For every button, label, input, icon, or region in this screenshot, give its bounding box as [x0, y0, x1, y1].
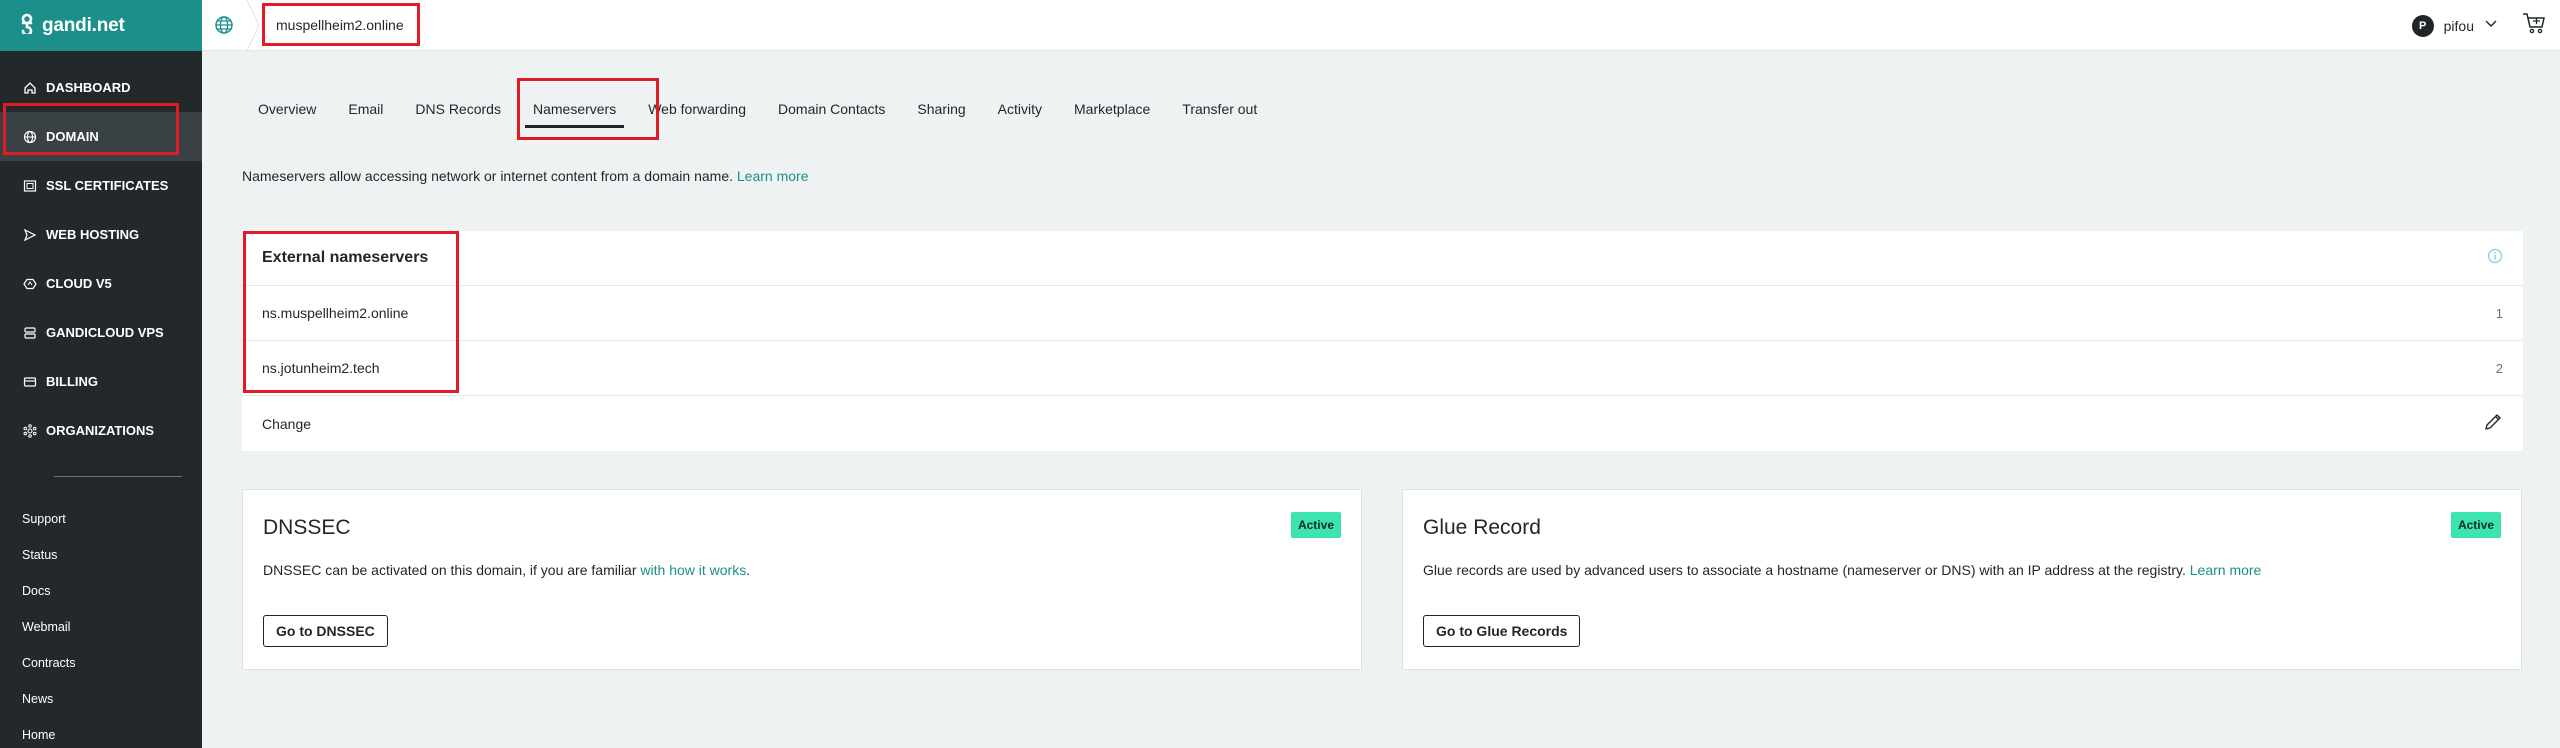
nameserver-host: ns.muspellheim2.online	[262, 305, 409, 321]
sidebar-item-label: WEB HOSTING	[46, 227, 140, 242]
tab-dns-records[interactable]: DNS Records	[399, 86, 517, 132]
logo[interactable]: gandi.net	[0, 0, 202, 51]
description-end: .	[746, 562, 751, 578]
tab-domain-contacts[interactable]: Domain Contacts	[762, 86, 901, 132]
send-icon	[22, 227, 38, 243]
breadcrumb-domain[interactable]: muspellheim2.online	[276, 17, 404, 33]
sidebar-item-dashboard[interactable]: DASHBOARD	[0, 63, 202, 112]
change-nameservers-row[interactable]: Change	[242, 396, 2523, 451]
info-icon[interactable]	[2487, 248, 2503, 269]
how-it-works-link[interactable]: with how it works	[640, 562, 746, 578]
gandi-logo-icon	[20, 12, 34, 39]
panel-header: External nameservers	[242, 231, 2523, 286]
sidebar-links: Support Status Docs Webmail Contracts Ne…	[0, 501, 202, 748]
top-bar: muspellheim2.online P pifou	[202, 0, 2560, 51]
card-title: Glue Record	[1423, 516, 1541, 539]
user-menu[interactable]: P pifou	[2411, 0, 2546, 51]
sidebar-item-label: DOMAIN	[46, 129, 99, 144]
sidebar-item-label: CLOUD V5	[46, 276, 112, 291]
sidebar-divider	[54, 476, 182, 477]
breadcrumb-separator-icon	[246, 0, 260, 51]
go-to-glue-records-button[interactable]: Go to Glue Records	[1423, 615, 1581, 647]
chevron-down-icon	[2484, 16, 2498, 35]
credit-card-icon	[22, 374, 38, 390]
user-name: pifou	[2443, 17, 2474, 34]
domain-tabs: Overview Email DNS Records Nameservers W…	[242, 86, 1273, 132]
sidebar-item-organizations[interactable]: ORGANIZATIONS	[0, 406, 202, 455]
sidebar-nav: DASHBOARD DOMAIN SSL CERTIFICATES WEB HO…	[0, 63, 202, 455]
tab-nameservers[interactable]: Nameservers	[517, 86, 632, 132]
nameserver-index: 1	[2495, 305, 2503, 321]
change-label[interactable]: Change	[262, 416, 311, 432]
tab-transfer-out[interactable]: Transfer out	[1166, 86, 1273, 132]
intro-text: Nameservers allow accessing network or i…	[242, 168, 737, 184]
status-badge: Active	[2450, 512, 2501, 538]
sidebar-link-webmail[interactable]: Webmail	[0, 609, 202, 645]
certificate-icon	[22, 178, 38, 194]
shopping-cart-icon[interactable]	[2522, 12, 2546, 39]
card-title: DNSSEC	[263, 516, 351, 539]
sidebar-link-news[interactable]: News	[0, 681, 202, 717]
sidebar-item-domain[interactable]: DOMAIN	[0, 112, 202, 161]
sidebar: gandi.net DASHBOARD DOMAIN SSL CERTIFICA…	[0, 0, 202, 748]
nameserver-host: ns.jotunheim2.tech	[262, 360, 380, 376]
cloud-icon	[22, 276, 38, 292]
nameserver-index: 2	[2495, 360, 2503, 376]
dnssec-card: DNSSEC Active DNSSEC can be activated on…	[242, 489, 1362, 670]
sidebar-link-support[interactable]: Support	[0, 501, 202, 537]
card-description: Glue records are used by advanced users …	[1423, 562, 2501, 578]
sidebar-item-web-hosting[interactable]: WEB HOSTING	[0, 210, 202, 259]
sidebar-item-label: DASHBOARD	[46, 80, 131, 95]
card-description: DNSSEC can be activated on this domain, …	[263, 562, 1341, 578]
sidebar-item-ssl-certificates[interactable]: SSL CERTIFICATES	[0, 161, 202, 210]
tab-sharing[interactable]: Sharing	[901, 86, 981, 132]
external-nameservers-panel: External nameservers ns.muspellheim2.onl…	[242, 231, 2523, 451]
description-text: DNSSEC can be activated on this domain, …	[263, 562, 641, 578]
sidebar-item-label: GANDICLOUD VPS	[46, 325, 164, 340]
sidebar-item-cloud-v5[interactable]: CLOUD V5	[0, 259, 202, 308]
tab-activity[interactable]: Activity	[982, 86, 1058, 132]
sidebar-item-label: BILLING	[46, 374, 98, 389]
learn-more-link[interactable]: Learn more	[2190, 562, 2262, 578]
panel-title: External nameservers	[262, 249, 429, 266]
go-to-dnssec-button[interactable]: Go to DNSSEC	[263, 615, 388, 647]
home-icon	[22, 80, 38, 96]
sidebar-link-status[interactable]: Status	[0, 537, 202, 573]
sidebar-item-gandicloud-vps[interactable]: GANDICLOUD VPS	[0, 308, 202, 357]
organization-icon	[22, 423, 38, 439]
breadcrumb-globe-icon[interactable]	[202, 0, 246, 51]
tab-marketplace[interactable]: Marketplace	[1058, 86, 1166, 132]
glue-record-card: Glue Record Active Glue records are used…	[1402, 489, 2522, 670]
sidebar-link-contracts[interactable]: Contracts	[0, 645, 202, 681]
logo-text: gandi.net	[42, 14, 125, 36]
sidebar-item-label: SSL CERTIFICATES	[46, 178, 169, 193]
status-badge: Active	[1290, 512, 1341, 538]
nameserver-row: ns.jotunheim2.tech 2	[242, 341, 2523, 396]
pencil-icon[interactable]	[2483, 412, 2503, 435]
sidebar-link-home[interactable]: Home	[0, 717, 202, 748]
nameservers-intro: Nameservers allow accessing network or i…	[242, 168, 808, 184]
tab-overview[interactable]: Overview	[242, 86, 332, 132]
sidebar-item-label: ORGANIZATIONS	[46, 423, 155, 438]
sidebar-item-billing[interactable]: BILLING	[0, 357, 202, 406]
learn-more-link[interactable]: Learn more	[737, 168, 809, 184]
description-text: Glue records are used by advanced users …	[1423, 562, 2190, 578]
sidebar-link-docs[interactable]: Docs	[0, 573, 202, 609]
nameserver-row: ns.muspellheim2.online 1	[242, 286, 2523, 341]
globe-icon	[22, 129, 38, 145]
tab-email[interactable]: Email	[332, 86, 399, 132]
avatar: P	[2411, 14, 2434, 37]
server-icon	[22, 325, 38, 341]
tab-web-forwarding[interactable]: Web forwarding	[632, 86, 762, 132]
